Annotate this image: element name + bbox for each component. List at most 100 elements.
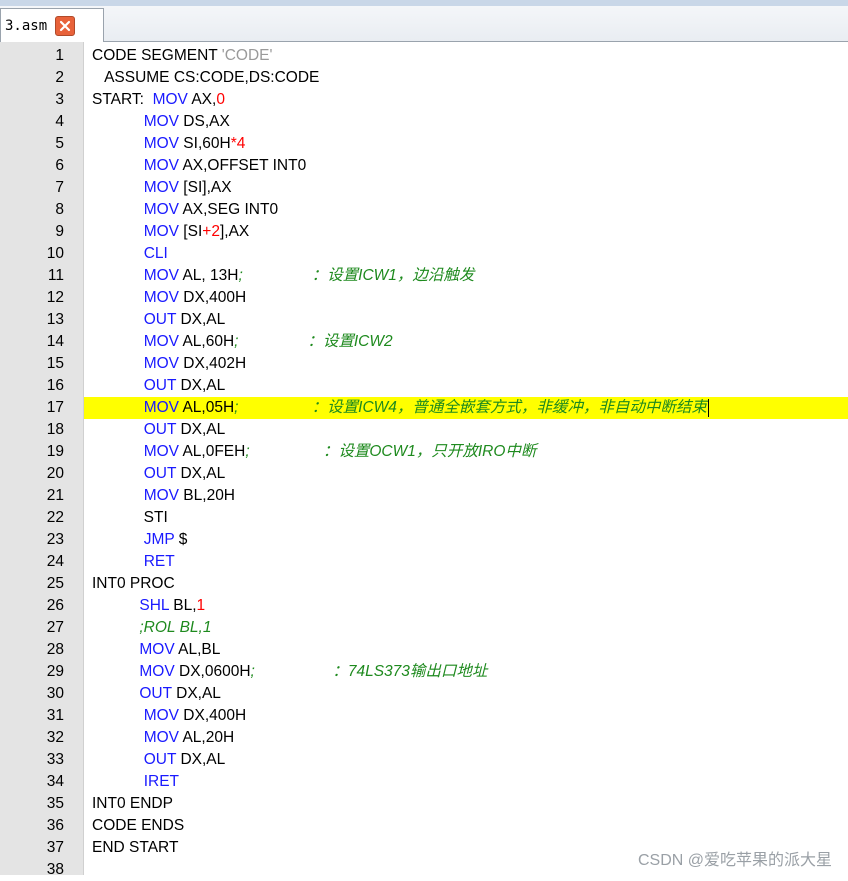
code-text[interactable]: MOV BL,20H xyxy=(84,485,848,507)
code-text[interactable]: MOV DX,402H xyxy=(84,353,848,375)
code-line[interactable]: 16 OUT DX,AL xyxy=(0,375,848,397)
code-line[interactable]: 12 MOV DX,400H xyxy=(0,287,848,309)
code-text[interactable]: STI xyxy=(84,507,848,529)
line-number: 30 xyxy=(46,685,64,702)
code-line[interactable]: 30 OUT DX,AL xyxy=(0,683,848,705)
code-text[interactable]: OUT DX,AL xyxy=(84,309,848,331)
code-line[interactable]: 7 MOV [SI],AX xyxy=(0,177,848,199)
code-text[interactable]: CLI xyxy=(84,243,848,265)
code-text[interactable]: CODE SEGMENT 'CODE' xyxy=(84,45,848,67)
code-token: DS,AX xyxy=(179,113,230,130)
number-token: 0 xyxy=(216,91,225,108)
code-line[interactable]: 20 OUT DX,AL xyxy=(0,463,848,485)
code-line[interactable]: 28 MOV AL,BL xyxy=(0,639,848,661)
code-line[interactable]: 27 ;ROL BL,1 xyxy=(0,617,848,639)
code-text[interactable]: CODE ENDS xyxy=(84,815,848,837)
code-line[interactable]: 22 STI xyxy=(0,507,848,529)
keyword-token: MOV xyxy=(143,729,179,746)
code-line[interactable]: 14 MOV AL,60H; ：设置ICW2 xyxy=(0,331,848,353)
code-line[interactable]: 2 ASSUME CS:CODE,DS:CODE xyxy=(0,67,848,89)
code-text[interactable]: RET xyxy=(84,551,848,573)
code-token: AL,05H xyxy=(179,399,235,416)
code-line[interactable]: 11 MOV AL, 13H; ：设置ICW1，边沿触发 xyxy=(0,265,848,287)
code-line[interactable]: 29 MOV DX,0600H; ：74LS373输出口地址 xyxy=(0,661,848,683)
code-text[interactable]: MOV AX,OFFSET INT0 xyxy=(84,155,848,177)
code-line[interactable]: 13 OUT DX,AL xyxy=(0,309,848,331)
code-text[interactable]: ;ROL BL,1 xyxy=(84,617,848,639)
code-text[interactable]: OUT DX,AL xyxy=(84,683,848,705)
code-text[interactable]: START: MOV AX,0 xyxy=(84,89,848,111)
code-line[interactable]: 23 JMP $ xyxy=(0,529,848,551)
code-text[interactable]: MOV AL,BL xyxy=(84,639,848,661)
line-number: 26 xyxy=(46,597,64,614)
code-line[interactable]: 4 MOV DS,AX xyxy=(0,111,848,133)
code-editor[interactable]: 1 CODE SEGMENT 'CODE' 2 ASSUME CS:CODE,DS:… xyxy=(0,42,848,878)
code-text[interactable]: IRET xyxy=(84,771,848,793)
code-line[interactable]: 6 MOV AX,OFFSET INT0 xyxy=(0,155,848,177)
code-line[interactable]: 15 MOV DX,402H xyxy=(0,353,848,375)
code-token: AX, xyxy=(187,91,217,108)
code-line[interactable]: 35 INT0 ENDP xyxy=(0,793,848,815)
code-text[interactable]: MOV SI,60H*4 xyxy=(84,133,848,155)
tab-3-asm[interactable]: 3.asm xyxy=(0,8,104,42)
code-text[interactable]: MOV AL, 13H; ：设置ICW1，边沿触发 xyxy=(84,265,848,287)
code-text[interactable]: MOV DX,400H xyxy=(84,705,848,727)
code-text[interactable]: MOV DX,0600H; ：74LS373输出口地址 xyxy=(84,661,848,683)
code-line[interactable]: 33 OUT DX,AL xyxy=(0,749,848,771)
code-text[interactable]: MOV AL,60H; ：设置ICW2 xyxy=(84,331,848,353)
keyword-token: OUT xyxy=(143,465,177,482)
code-line[interactable]: 5 MOV SI,60H*4 xyxy=(0,133,848,155)
code-line[interactable]: 25 INT0 PROC xyxy=(0,573,848,595)
code-text[interactable]: MOV AL,0FEH; ：设置OCW1，只开放IRO中断 xyxy=(84,441,848,463)
code-text[interactable]: OUT DX,AL xyxy=(84,419,848,441)
code-text[interactable]: MOV [SI+2],AX xyxy=(84,221,848,243)
code-text[interactable]: MOV AX,SEG INT0 xyxy=(84,199,848,221)
code-text[interactable]: MOV AL,05H; ：设置ICW4，普通全嵌套方式，非缓冲，非自动中断结束 xyxy=(84,397,848,419)
code-text[interactable]: OUT DX,AL xyxy=(84,463,848,485)
code-line[interactable]: 31 MOV DX,400H xyxy=(0,705,848,727)
code-token: INT0 ENDP xyxy=(92,795,173,812)
code-text[interactable]: INT0 PROC xyxy=(84,573,848,595)
code-line[interactable]: 9 MOV [SI+2],AX xyxy=(0,221,848,243)
code-text[interactable]: MOV AL,20H xyxy=(84,727,848,749)
keyword-token: MOV xyxy=(143,179,179,196)
code-text[interactable]: MOV DX,400H xyxy=(84,287,848,309)
code-line[interactable]: 8 MOV AX,SEG INT0 xyxy=(0,199,848,221)
code-text[interactable]: INT0 ENDP xyxy=(84,793,848,815)
code-token: [SI xyxy=(179,223,203,240)
code-text[interactable]: JMP $ xyxy=(84,529,848,551)
code-line[interactable]: 1 CODE SEGMENT 'CODE' xyxy=(0,45,848,67)
keyword-token: OUT xyxy=(143,377,177,394)
code-text[interactable]: MOV [SI],AX xyxy=(84,177,848,199)
code-line[interactable]: 18 OUT DX,AL xyxy=(0,419,848,441)
line-number: 15 xyxy=(46,355,64,372)
code-line[interactable]: 19 MOV AL,0FEH; ：设置OCW1，只开放IRO中断 xyxy=(0,441,848,463)
code-line[interactable]: 10 CLI xyxy=(0,243,848,265)
keyword-token: JMP xyxy=(143,531,175,548)
code-text[interactable]: OUT DX,AL xyxy=(84,375,848,397)
code-text[interactable]: MOV DS,AX xyxy=(84,111,848,133)
line-number: 22 xyxy=(46,509,64,526)
code-token: DX,AL xyxy=(176,465,226,482)
code-line[interactable]: 21 MOV BL,20H xyxy=(0,485,848,507)
close-x-icon[interactable] xyxy=(55,15,76,36)
code-token: CODE ENDS xyxy=(92,817,185,834)
code-line[interactable]: 34 IRET xyxy=(0,771,848,793)
code-line[interactable]: 26 SHL BL,1 xyxy=(0,595,848,617)
code-line[interactable]: 17 MOV AL,05H; ：设置ICW4，普通全嵌套方式，非缓冲，非自动中断… xyxy=(0,397,848,419)
code-token: AL,BL xyxy=(174,641,221,658)
number-token: +2 xyxy=(202,223,220,240)
code-line[interactable]: 36 CODE ENDS xyxy=(0,815,848,837)
code-text[interactable]: ASSUME CS:CODE,DS:CODE xyxy=(84,67,848,89)
code-line[interactable]: 24 RET xyxy=(0,551,848,573)
code-line[interactable]: 32 MOV AL,20H xyxy=(0,727,848,749)
code-line[interactable]: 3 START: MOV AX,0 xyxy=(0,89,848,111)
code-text[interactable]: OUT DX,AL xyxy=(84,749,848,771)
line-number: 3 xyxy=(55,91,64,108)
code-text[interactable]: SHL BL,1 xyxy=(84,595,848,617)
